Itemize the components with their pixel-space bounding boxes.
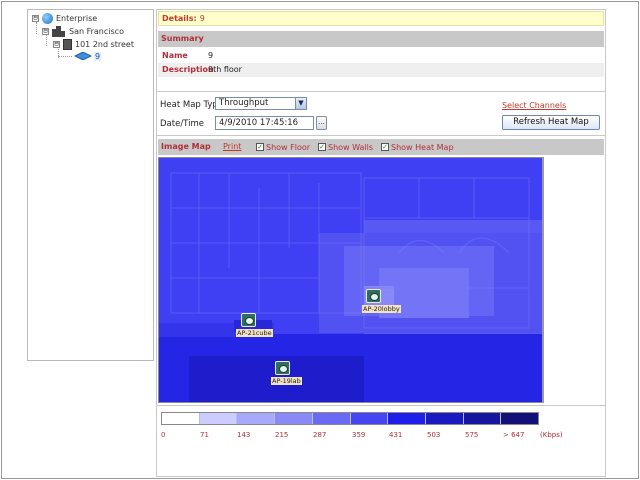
summary-value: 9th floor <box>208 65 242 74</box>
checkmark-icon[interactable]: ✓ <box>318 143 326 151</box>
summary-row-description: Description 9th floor <box>158 63 604 77</box>
summary-heading: Summary <box>158 31 604 47</box>
summary-key: Name <box>162 51 188 60</box>
tree-node-label[interactable]: 101 2nd street <box>75 40 134 49</box>
heatmap-type-value: Throughput <box>219 98 269 108</box>
datetime-label: Date/Time <box>160 119 204 129</box>
legend-swatch <box>311 413 350 424</box>
summary-key: Description <box>162 65 214 74</box>
legend-label: 143 <box>237 431 251 439</box>
show-floor-label: Show Floor <box>266 142 311 152</box>
legend-swatch <box>387 413 425 424</box>
throughput-legend <box>161 412 539 425</box>
tree-node-label[interactable]: San Francisco <box>69 27 124 36</box>
heatmap-type-select[interactable]: Throughput ▼ <box>215 97 307 110</box>
details-value: 9 <box>199 14 205 23</box>
legend-swatch <box>424 413 463 424</box>
legend-label: (Kbps) <box>540 431 563 439</box>
legend-label: 215 <box>275 431 289 439</box>
legend-swatch <box>500 413 539 424</box>
heat-map-image[interactable]: AP-20lobby AP-21cube AP-19lab <box>158 157 543 403</box>
divider <box>156 91 606 92</box>
datetime-input[interactable]: 4/9/2010 17:45:16 <box>215 116 314 130</box>
show-walls-label: Show Walls <box>328 142 374 152</box>
image-map-toolbar: Image Map Print ✓ Show Floor ✓ Show Wall… <box>158 139 604 155</box>
chevron-down-icon[interactable]: ▼ <box>295 98 306 109</box>
show-walls-checkbox[interactable]: ✓ Show Walls <box>318 142 373 152</box>
checkmark-icon[interactable]: ✓ <box>256 143 264 151</box>
legend-swatch <box>349 413 388 424</box>
legend-label: 575 <box>465 431 479 439</box>
collapse-icon[interactable]: ⊟ <box>53 40 60 48</box>
tree-node-building[interactable]: ⊟ 101 2nd street <box>53 38 134 50</box>
legend-label: 287 <box>313 431 327 439</box>
summary-row-name: Name 9 <box>158 49 604 63</box>
divider <box>156 135 606 136</box>
legend-label: 0 <box>161 431 166 439</box>
details-bar: Details: 9 <box>158 11 604 26</box>
print-link[interactable]: Print <box>223 142 241 151</box>
legend-swatch <box>198 413 237 424</box>
access-point-label: AP-21cube <box>236 329 273 337</box>
floor-plan-walls <box>170 172 530 329</box>
show-heatmap-label: Show Heat Map <box>391 142 454 152</box>
location-tree: ⊟ Enterprise ⊟ San Francisco ⊟ 101 2nd s… <box>27 9 154 361</box>
heatmap-type-label: Heat Map Type <box>160 100 224 110</box>
legend-label: 71 <box>200 431 209 439</box>
floor-icon <box>74 52 92 60</box>
legend-label: 503 <box>427 431 441 439</box>
details-label: Details: <box>162 14 197 23</box>
tree-node-enterprise[interactable]: ⊟ Enterprise <box>32 12 97 24</box>
legend-swatch <box>236 413 275 424</box>
tree-node-label[interactable]: 9 <box>94 51 102 61</box>
access-point-label: AP-20lobby <box>362 305 401 313</box>
refresh-heat-map-button[interactable]: Refresh Heat Map <box>502 115 600 130</box>
show-floor-checkbox[interactable]: ✓ Show Floor <box>256 142 310 152</box>
tree-node-san-francisco[interactable]: ⊟ San Francisco <box>42 25 124 37</box>
summary-value: 9 <box>208 51 214 60</box>
collapse-icon[interactable]: ⊟ <box>32 14 39 22</box>
legend-label: 431 <box>389 431 403 439</box>
collapse-icon[interactable]: ⊟ <box>42 27 49 35</box>
map-edge <box>542 157 544 403</box>
image-map-heading: Image Map <box>161 142 211 151</box>
datetime-picker-button[interactable]: ... <box>316 116 327 130</box>
city-icon <box>52 25 66 37</box>
access-point-label: AP-19lab <box>271 377 302 385</box>
access-point-icon[interactable] <box>241 313 256 327</box>
legend-swatch <box>274 413 312 424</box>
legend-label: 359 <box>352 431 366 439</box>
select-channels-link[interactable]: Select Channels <box>502 101 566 110</box>
building-icon <box>63 38 72 50</box>
show-heatmap-checkbox[interactable]: ✓ Show Heat Map <box>381 142 454 152</box>
access-point-icon[interactable] <box>366 289 381 303</box>
legend-swatch <box>162 413 199 424</box>
checkmark-icon[interactable]: ✓ <box>381 143 389 151</box>
legend-swatch <box>462 413 501 424</box>
legend-label: > 647 <box>503 431 525 439</box>
divider <box>156 405 606 406</box>
tree-node-label[interactable]: Enterprise <box>56 14 97 23</box>
tree-node-floor-9[interactable]: 9 <box>74 50 102 62</box>
globe-icon <box>42 12 53 24</box>
access-point-icon[interactable] <box>275 361 290 375</box>
